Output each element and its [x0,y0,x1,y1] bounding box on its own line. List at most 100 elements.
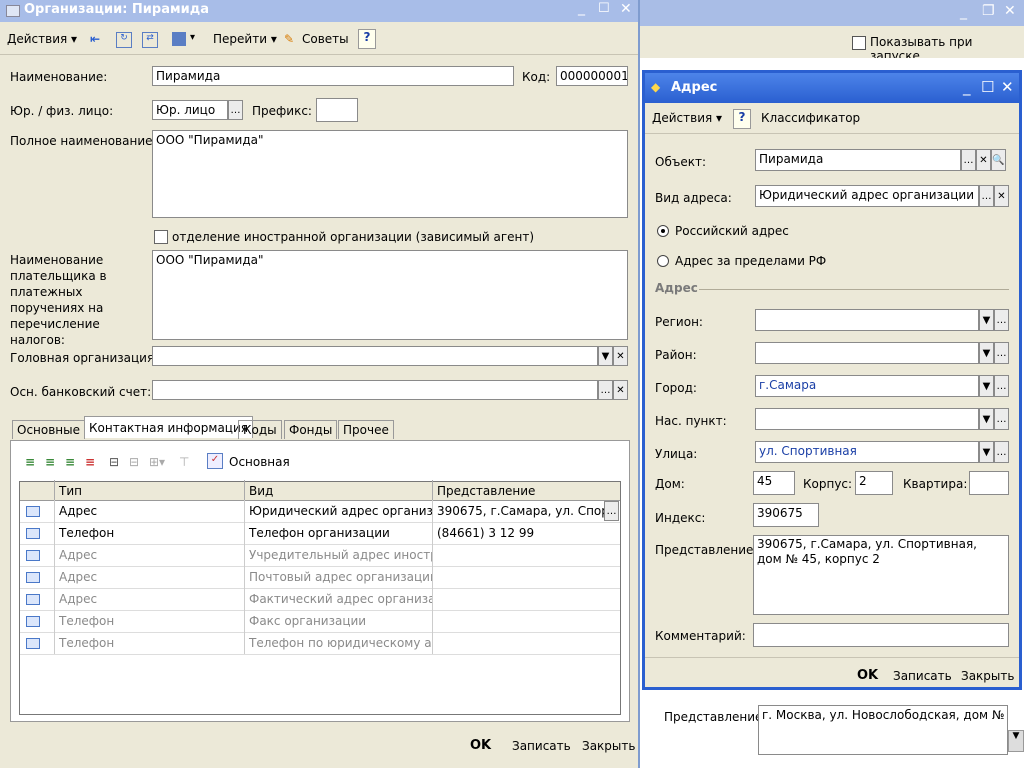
filter-icon[interactable]: ⊟ [109,455,119,469]
street-field[interactable]: ул. Спортивная [755,441,979,463]
help-button[interactable]: ? [358,29,376,49]
table-cell-kind[interactable]: Телефон организации [244,522,432,544]
radio-russian[interactable] [657,225,669,237]
head-org-clear[interactable]: ✕ [613,346,628,366]
type-field[interactable]: Юр. лицо [152,100,228,120]
foreign-branch-checkbox[interactable] [154,230,168,244]
bank-account-clear[interactable]: ✕ [613,380,628,400]
save-button[interactable]: Записать [512,739,571,753]
delete-row-icon[interactable]: ≡ [85,455,95,469]
object-field[interactable]: Пирамида [755,149,961,171]
city-dropdown[interactable]: ▼ [979,375,994,397]
repr-select-button[interactable]: … [604,501,619,521]
tab-main[interactable]: Основные [12,420,86,439]
index-field[interactable]: 390675 [753,503,819,527]
bank-account-field[interactable] [152,380,598,400]
address-ok-button[interactable]: OK [857,668,878,683]
district-dropdown[interactable]: ▼ [979,342,994,364]
table-cell-repr[interactable]: (84661) 3 12 99 [432,522,604,544]
set-main-label[interactable]: Основная [229,455,290,469]
table-cell-kind[interactable]: Почтовый адрес организации [244,566,432,588]
tab-funds[interactable]: Фонды [284,420,338,439]
based-on-dropdown[interactable]: ▾ [190,32,195,43]
table-cell-repr[interactable] [432,632,604,654]
city-select[interactable]: … [994,375,1009,397]
city-field[interactable]: г.Самара [755,375,979,397]
address-close-button[interactable]: Закрыть [961,669,1014,683]
locality-field[interactable] [755,408,979,430]
tips-button[interactable]: Советы [302,32,349,46]
district-field[interactable] [755,342,979,364]
building-field[interactable]: 2 [855,471,893,495]
table-cell-repr[interactable] [432,588,604,610]
add-child-icon[interactable]: ≡ [45,455,55,469]
background-scroll-down[interactable]: ▼ [1008,730,1024,752]
copy-row-icon[interactable]: ≡ [65,455,75,469]
table-cell-repr[interactable] [432,610,604,632]
table-row[interactable]: Телефон Телефон по юридическому ад... [20,632,620,655]
classifier-button[interactable]: Классификатор [761,111,860,125]
table-row[interactable]: Адрес Фактический адрес организа... [20,588,620,611]
table-row[interactable]: Адрес Юридический адрес организа... 390675… [20,500,620,523]
payer-field[interactable]: ООО "Пирамида" [152,250,628,340]
table-cell-kind[interactable]: Юридический адрес организа... [244,500,432,522]
table-cell-type[interactable]: Адрес [54,566,244,588]
actions-menu[interactable]: Действия ▾ [4,28,80,50]
structure-icon[interactable]: ↻ [116,32,132,48]
table-cell-type[interactable]: Адрес [54,500,244,522]
table-row[interactable]: Адрес Учредительный адрес иностр... [20,544,620,567]
show-on-start-checkbox[interactable] [852,36,866,50]
address-kind-clear[interactable]: ✕ [994,185,1009,207]
address-kind-select[interactable]: … [979,185,994,207]
address-save-button[interactable]: Записать [893,669,952,683]
table-row[interactable]: Телефон Телефон организации (84661) 3 12 9… [20,522,620,545]
back-icon[interactable]: ⇤ [90,32,104,46]
bank-account-select[interactable]: … [598,380,613,400]
minimize-icon[interactable]: _ [578,0,585,16]
table-row[interactable]: Телефон Факс организации [20,610,620,633]
filter-value-icon[interactable]: ⊟ [129,455,139,469]
repr-field[interactable]: 390675, г.Самара, ул. Спортивная, дом № … [753,535,1009,615]
code-field[interactable]: 000000001 [556,66,628,86]
locality-select[interactable]: … [994,408,1009,430]
background-repr-field[interactable]: г. Москва, ул. Новослободская, дом № 28 [758,705,1008,755]
tips-icon[interactable]: ✎ [284,32,294,46]
region-select[interactable]: … [994,309,1009,331]
minimize-icon[interactable]: _ [963,78,971,96]
table-cell-type[interactable]: Телефон [54,632,244,654]
column-header-type[interactable]: Тип [54,480,244,502]
tab-other[interactable]: Прочее [338,420,394,439]
object-clear[interactable]: ✕ [976,149,991,171]
refresh-icon[interactable]: ⇄ [142,32,158,48]
maximize-icon[interactable]: ☐ [598,1,610,16]
table-cell-kind[interactable]: Учредительный адрес иностр... [244,544,432,566]
comment-field[interactable] [753,623,1009,647]
close-icon[interactable]: ✕ [1004,3,1016,19]
table-cell-type[interactable]: Адрес [54,588,244,610]
region-field[interactable] [755,309,979,331]
district-select[interactable]: … [994,342,1009,364]
close-button[interactable]: Закрыть [582,739,635,753]
table-cell-repr[interactable] [432,544,604,566]
table-cell-kind[interactable]: Фактический адрес организа... [244,588,432,610]
goto-menu[interactable]: Перейти ▾ [210,28,280,50]
table-cell-kind[interactable]: Факс организации [244,610,432,632]
house-field[interactable]: 45 [753,471,795,495]
head-org-dropdown[interactable]: ▼ [598,346,613,366]
radio-foreign[interactable] [657,255,669,267]
type-select-button[interactable]: … [228,100,243,120]
table-cell-kind[interactable]: Телефон по юридическому ад... [244,632,432,654]
region-dropdown[interactable]: ▼ [979,309,994,331]
add-row-icon[interactable]: ≡ [25,455,35,469]
table-cell-type[interactable]: Телефон [54,610,244,632]
table-cell-repr[interactable]: 390675, г.Самара, ул. Спорти [432,500,604,522]
close-icon[interactable]: ✕ [620,1,632,17]
column-header-repr[interactable]: Представление [432,480,620,502]
address-actions-menu[interactable]: Действия ▾ [649,107,725,129]
minimize-icon[interactable]: _ [960,4,967,20]
table-cell-repr[interactable] [432,566,604,588]
name-field[interactable]: Пирамида [152,66,514,86]
tab-contacts[interactable]: Контактная информация [84,416,253,438]
set-main-icon[interactable]: ✓ [207,453,223,469]
maximize-icon[interactable]: ☐ [981,78,994,96]
